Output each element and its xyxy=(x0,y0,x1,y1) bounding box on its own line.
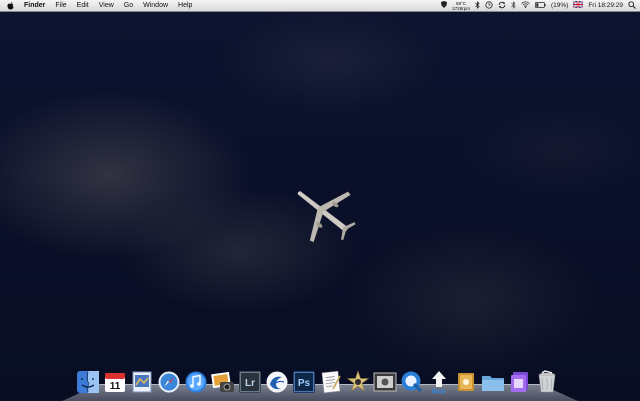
menu-app-name[interactable]: Finder xyxy=(22,2,50,9)
fan-speed-readout: 2728rpm xyxy=(452,5,470,11)
airplane-wallpaper-subject xyxy=(297,191,356,243)
calendar-date-label: 11 xyxy=(110,381,121,392)
dock: 11 Lr Ps flickr xyxy=(72,362,572,394)
apple-menu-icon[interactable] xyxy=(7,1,14,10)
preview-icon xyxy=(132,371,152,393)
finder-icon xyxy=(77,371,99,393)
dock-documents-folder[interactable] xyxy=(481,370,505,394)
calendar-icon: 11 xyxy=(105,373,125,392)
bluetooth-icon[interactable] xyxy=(475,0,480,11)
battery-percentage[interactable]: (19%) xyxy=(551,2,568,9)
dock-photoshop[interactable]: Ps xyxy=(292,370,316,394)
lightroom-icon: Lr xyxy=(239,371,261,393)
bluetooth-status-icon[interactable] xyxy=(511,0,516,11)
time-machine-icon[interactable] xyxy=(485,0,493,11)
dock-quicktime[interactable] xyxy=(400,370,424,394)
dock-finder[interactable] xyxy=(76,370,100,394)
dock-trash[interactable] xyxy=(535,370,559,394)
flickr-uploader-icon: flickr xyxy=(432,371,447,395)
dock-calendar[interactable]: 11 xyxy=(103,370,127,394)
textedit-icon xyxy=(321,370,341,394)
uk-flag-input-icon[interactable] xyxy=(572,0,584,10)
spotlight-search-icon[interactable] xyxy=(628,0,636,11)
photoshop-label: Ps xyxy=(298,378,311,389)
dock-iphoto[interactable] xyxy=(211,370,235,394)
photoshop-icon: Ps xyxy=(293,371,315,393)
sync-icon xyxy=(266,371,288,393)
photo-booth-icon xyxy=(373,372,397,392)
battery-icon[interactable] xyxy=(535,1,546,10)
temperature-monitor[interactable]: 59°C 2728rpm xyxy=(452,1,470,11)
menu-edit[interactable]: Edit xyxy=(72,2,94,9)
menu-view[interactable]: View xyxy=(94,2,119,9)
shield-icon[interactable] xyxy=(441,1,448,10)
dock-photo-booth[interactable] xyxy=(373,370,397,394)
dock-preview[interactable] xyxy=(130,370,154,394)
stack-icon xyxy=(458,373,474,391)
sync-status-icon[interactable] xyxy=(498,1,506,11)
dock-applications-stack[interactable] xyxy=(454,370,478,394)
dock-sync[interactable] xyxy=(265,370,289,394)
lightroom-label: Lr xyxy=(245,378,255,389)
iphoto-icon xyxy=(211,371,234,392)
menubar-clock[interactable]: Fri 18:29:29 xyxy=(588,2,623,9)
dock-lightroom[interactable]: Lr xyxy=(238,370,262,394)
menu-file[interactable]: File xyxy=(50,2,71,9)
status-area: 59°C 2728rpm (19%) Fri 18:29:29 xyxy=(441,0,636,11)
itunes-icon xyxy=(185,371,207,393)
safari-icon xyxy=(158,371,180,393)
dock-downloads-stack[interactable] xyxy=(508,370,532,394)
dock-textedit[interactable] xyxy=(319,370,343,394)
menu-help[interactable]: Help xyxy=(173,2,197,9)
imovie-icon xyxy=(346,370,370,392)
folder-icon xyxy=(482,376,504,391)
desktop-wallpaper xyxy=(0,0,640,400)
menu-window[interactable]: Window xyxy=(138,2,173,9)
stack-icon xyxy=(511,372,528,392)
dock-flickr-uploader[interactable]: flickr xyxy=(427,370,451,394)
dock-safari[interactable] xyxy=(157,370,181,394)
menu-bar: Finder File Edit View Go Window Help 59°… xyxy=(0,0,640,12)
wifi-icon[interactable] xyxy=(521,1,530,10)
quicktime-icon xyxy=(401,371,423,393)
trash-icon xyxy=(538,370,556,393)
dock-itunes[interactable] xyxy=(184,370,208,394)
menu-go[interactable]: Go xyxy=(119,2,138,9)
flickr-label: flickr xyxy=(432,390,447,395)
dock-imovie[interactable] xyxy=(346,370,370,394)
